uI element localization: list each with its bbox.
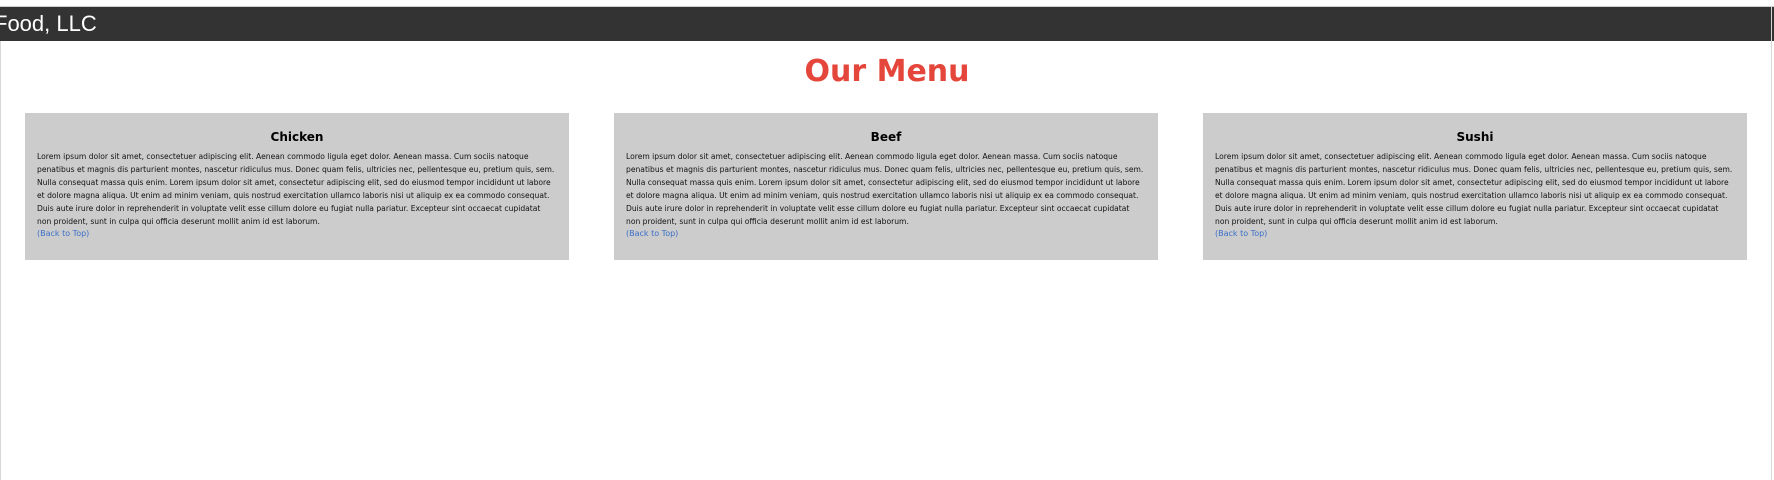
brand-name[interactable]: Food, LLC (0, 10, 97, 38)
back-to-top-link[interactable]: (Back to Top) (37, 228, 557, 239)
card-title: Sushi (1456, 130, 1494, 144)
back-to-top-link[interactable]: (Back to Top) (626, 228, 1146, 239)
left-edge-divider (0, 41, 1, 480)
card-title: Chicken (270, 130, 324, 144)
menu-card-beef: Beef Lorem ipsum dolor sit amet, consect… (614, 113, 1158, 260)
back-to-top-link[interactable]: (Back to Top) (1215, 228, 1735, 239)
top-strip (0, 0, 1774, 7)
card-description: Lorem ipsum dolor sit amet, consectetuer… (626, 152, 1144, 226)
card-description: Lorem ipsum dolor sit amet, consectetuer… (37, 152, 555, 226)
site-header: Food, LLC (0, 7, 1774, 41)
card-title: Beef (870, 130, 902, 144)
menu-card-chicken: Chicken Lorem ipsum dolor sit amet, cons… (25, 113, 569, 260)
menu-card-sushi: Sushi Lorem ipsum dolor sit amet, consec… (1203, 113, 1747, 260)
browser-viewport: Food, LLC Our Menu Chicken Lorem ipsum d… (0, 0, 1774, 480)
page-title: Our Menu (804, 54, 970, 89)
card-description: Lorem ipsum dolor sit amet, consectetuer… (1215, 152, 1733, 226)
